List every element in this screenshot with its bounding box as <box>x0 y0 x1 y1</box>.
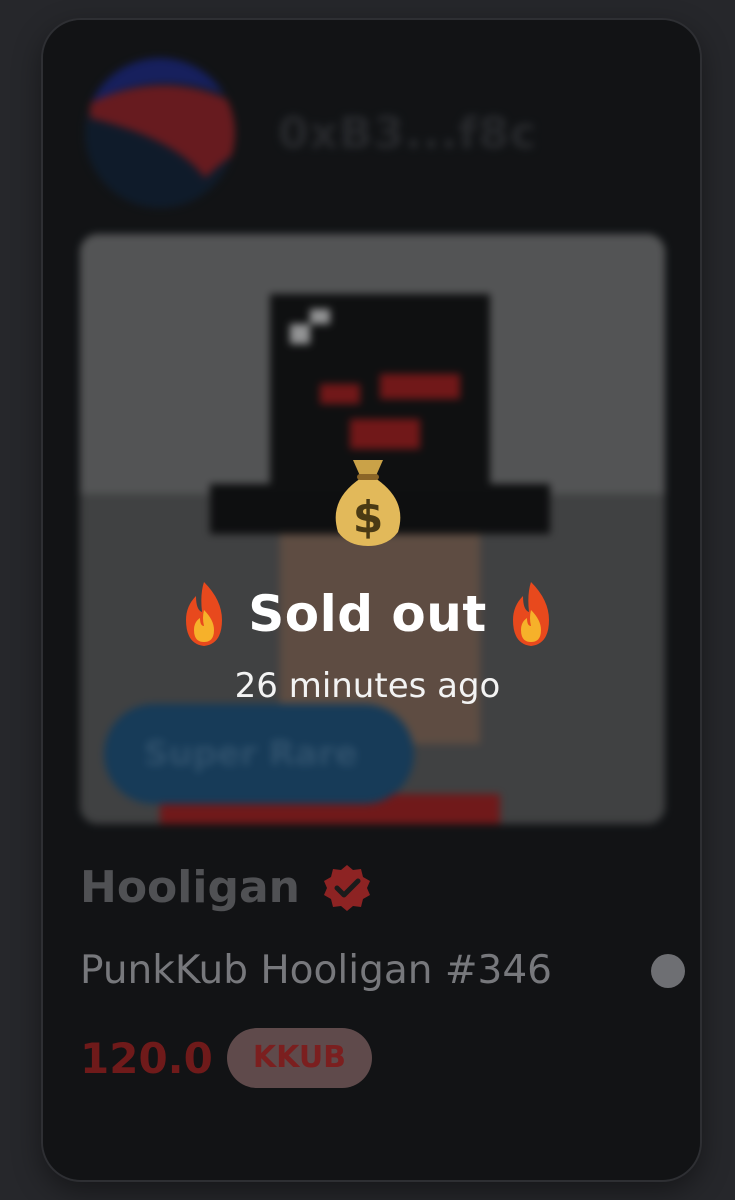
fire-icon <box>512 582 549 646</box>
svg-text:$: $ <box>352 492 383 543</box>
currency-badge: KKUB <box>226 1028 373 1088</box>
page: 0xB3...f8c Super Rare Hooligan PunkKub H… <box>0 0 735 1200</box>
collection-name[interactable]: Hooligan <box>80 862 300 913</box>
sold-out-label: Sold out <box>248 585 487 643</box>
price-amount: 120.0 <box>80 1033 213 1083</box>
item-info-icon <box>651 954 685 988</box>
sold-out-row: Sold out <box>0 580 735 648</box>
price-row: 120.0 KKUB <box>80 1028 373 1088</box>
money-bag-icon: $ <box>335 460 400 546</box>
fire-icon <box>186 582 223 646</box>
verified-badge-icon <box>323 864 370 911</box>
sold-time: 26 minutes ago <box>234 666 501 706</box>
sold-out-overlay: $ Sold out 26 minutes ago <box>0 450 735 706</box>
item-name[interactable]: PunkKub Hooligan #346 <box>80 948 552 993</box>
collection-row: Hooligan <box>80 862 372 913</box>
